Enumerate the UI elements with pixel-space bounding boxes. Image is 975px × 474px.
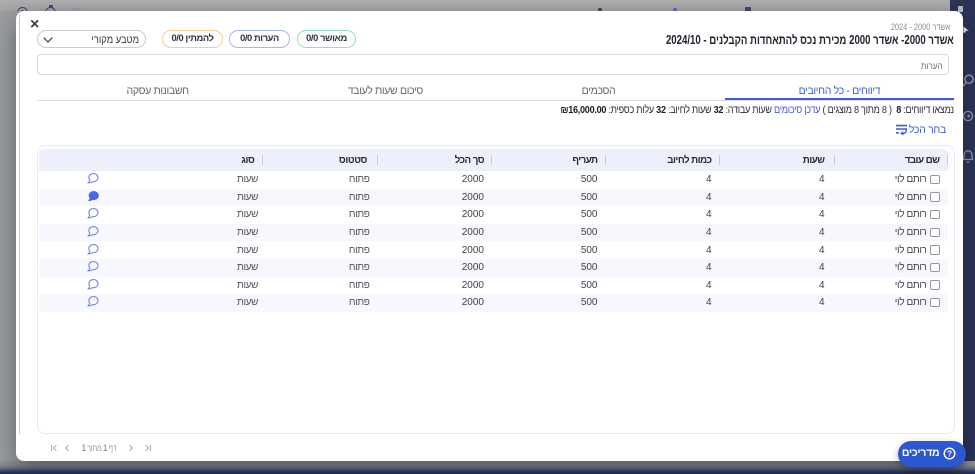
svg-text:?: ?: [946, 450, 951, 459]
